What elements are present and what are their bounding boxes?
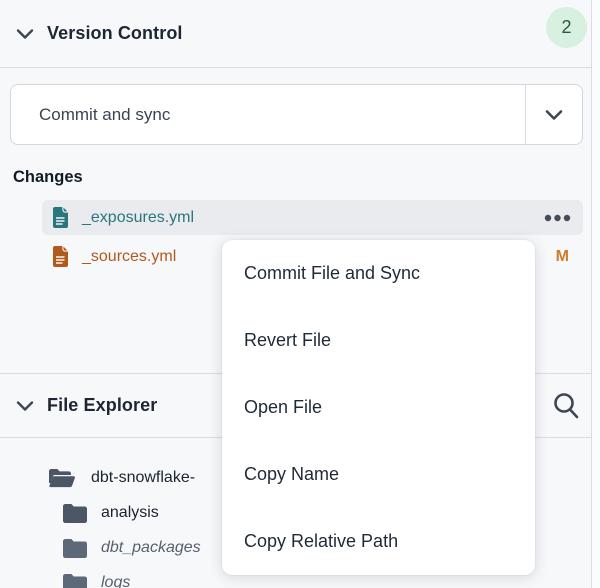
changed-file-name: _exposures.yml xyxy=(82,209,194,227)
chevron-down-icon[interactable] xyxy=(13,22,37,46)
menu-item-copy-name[interactable]: Copy Name xyxy=(222,441,535,508)
version-control-header: Version Control xyxy=(0,0,592,67)
changed-file-name: _sources.yml xyxy=(82,248,176,266)
folder-open-icon xyxy=(48,468,77,488)
menu-item-commit-file-and-sync[interactable]: Commit File and Sync xyxy=(222,240,535,307)
chevron-down-icon[interactable] xyxy=(13,394,37,418)
panel-edge xyxy=(591,0,600,588)
search-icon[interactable] xyxy=(550,390,582,422)
tree-item-logs[interactable]: logs xyxy=(63,568,130,588)
changes-count-badge: 2 xyxy=(546,7,587,48)
menu-item-revert-file[interactable]: Revert File xyxy=(222,307,535,374)
tree-item-dbt-packages[interactable]: dbt_packages xyxy=(63,533,201,563)
yml-file-icon xyxy=(52,207,69,228)
tree-item-project-root[interactable]: dbt-snowflake- xyxy=(48,463,195,493)
chevron-down-icon xyxy=(542,103,566,127)
version-control-panel: Version Control 2 Commit and sync Change… xyxy=(0,0,600,588)
modified-status-badge: M xyxy=(556,248,569,266)
changes-label: Changes xyxy=(13,168,83,187)
changed-file-row-exposures[interactable]: _exposures.yml xyxy=(42,200,583,235)
commit-and-sync-dropdown[interactable]: Commit and sync xyxy=(10,84,583,145)
divider xyxy=(0,67,592,68)
commit-dropdown-label: Commit and sync xyxy=(39,105,525,125)
yml-file-icon xyxy=(52,246,69,267)
version-control-title: Version Control xyxy=(47,23,183,44)
file-actions-menu-button[interactable] xyxy=(540,210,575,226)
file-explorer-title: File Explorer xyxy=(47,395,157,416)
folder-icon xyxy=(63,539,87,558)
commit-dropdown-chevron[interactable] xyxy=(525,85,582,144)
tree-item-name: logs xyxy=(101,574,130,588)
menu-item-open-file[interactable]: Open File xyxy=(222,374,535,441)
ellipsis-icon xyxy=(544,214,571,222)
menu-item-copy-relative-path[interactable]: Copy Relative Path xyxy=(222,508,535,575)
folder-icon xyxy=(63,574,87,588)
tree-item-analysis[interactable]: analysis xyxy=(63,498,159,528)
tree-item-name: dbt_packages xyxy=(101,539,201,557)
tree-item-name: analysis xyxy=(101,504,159,522)
file-context-menu: Commit File and Sync Revert File Open Fi… xyxy=(222,240,535,575)
folder-icon xyxy=(63,504,87,523)
tree-item-name: dbt-snowflake- xyxy=(91,469,195,487)
